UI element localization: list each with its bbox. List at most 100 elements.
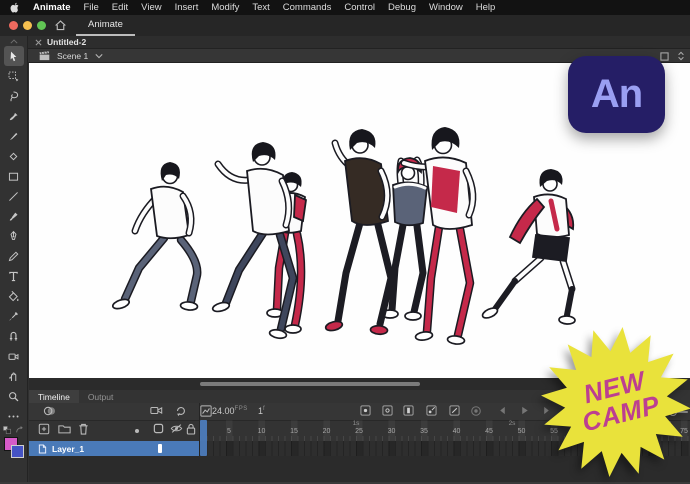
chevron-down-icon[interactable]	[95, 53, 103, 59]
seconds-mark: 1s	[353, 420, 360, 427]
ruler-frame-number: 20	[323, 428, 331, 435]
document-tab-bar: Untitled-2	[28, 36, 690, 49]
ruler-frame-number: 10	[258, 428, 266, 435]
eraser-tool[interactable]	[4, 146, 24, 166]
tool-palette	[0, 36, 28, 482]
tab-animate-label: Animate	[88, 19, 123, 30]
document-tab[interactable]: Untitled-2	[47, 37, 86, 47]
tab-animate[interactable]: Animate	[76, 15, 135, 36]
ruler-frame-number: 40	[453, 428, 461, 435]
outline-column-icon[interactable]	[153, 423, 164, 434]
collapse-panel-icon[interactable]	[10, 39, 18, 45]
screen: Animate File Edit View Insert Modify Tex…	[0, 0, 690, 482]
lasso-tool[interactable]	[4, 86, 24, 106]
fluid-brush-tool[interactable]	[4, 106, 24, 126]
menu-help[interactable]: Help	[476, 2, 496, 13]
current-frame-control[interactable]: 1f	[258, 406, 265, 416]
dancer-1	[112, 162, 198, 311]
camera-tool[interactable]	[4, 346, 24, 366]
ruler-frame-number: 45	[485, 428, 493, 435]
more-tools-button[interactable]	[4, 406, 24, 426]
ruler-frame-number: 15	[290, 428, 298, 435]
scene-breadcrumb[interactable]: Scene 1	[57, 51, 88, 61]
classic-brush-tool[interactable]	[4, 126, 24, 146]
step-back-icon[interactable]	[497, 405, 508, 416]
delete-layer-icon[interactable]	[78, 423, 89, 435]
insert-frame-icon[interactable]	[403, 405, 414, 416]
hide-layers-eye-icon[interactable]	[170, 423, 183, 434]
frame-graph-icon[interactable]	[200, 405, 212, 417]
apple-icon[interactable]	[10, 2, 20, 13]
dancer-7	[481, 169, 575, 324]
tab-timeline[interactable]: Timeline	[29, 390, 79, 403]
menu-commands[interactable]: Commands	[283, 2, 332, 13]
menu-view[interactable]: View	[141, 2, 161, 13]
animate-logo-text: An	[591, 72, 642, 117]
menu-modify[interactable]: Modify	[211, 2, 239, 13]
layer-name-label: Layer_1	[52, 444, 84, 454]
auto-keyframe-icon[interactable]	[426, 405, 437, 416]
stroke-color-swatch[interactable]	[11, 445, 24, 458]
tab-output[interactable]: Output	[79, 390, 123, 403]
zoom-button[interactable]	[37, 21, 46, 30]
zoom-tool[interactable]	[4, 386, 24, 406]
ruler-frame-number: 35	[420, 428, 428, 435]
layer-outline-swatch[interactable]	[158, 444, 162, 453]
menu-text[interactable]: Text	[252, 2, 269, 13]
new-layer-icon[interactable]	[38, 423, 50, 435]
highlight-dot-icon[interactable]	[134, 428, 140, 434]
selection-tool[interactable]	[4, 46, 24, 66]
rectangle-tool[interactable]	[4, 166, 24, 186]
home-icon[interactable]	[54, 19, 67, 32]
play-icon[interactable]	[519, 405, 530, 416]
paint-bucket-tool[interactable]	[4, 286, 24, 306]
ruler-frame-number: 5	[227, 428, 231, 435]
window-tab-bar: Animate	[0, 15, 690, 37]
line-tool[interactable]	[4, 186, 24, 206]
camera-toggle-icon[interactable]	[150, 405, 163, 416]
eyedropper-tool[interactable]	[4, 306, 24, 326]
close-icon[interactable]	[35, 39, 42, 46]
insert-keyframe-icon[interactable]	[360, 405, 371, 416]
swap-colors-icon[interactable]	[15, 426, 24, 434]
menu-edit[interactable]: Edit	[112, 2, 128, 13]
edit-scene-icon[interactable]	[39, 51, 50, 61]
text-tool[interactable]	[4, 266, 24, 286]
new-camp-starburst: NEW CAMP	[534, 320, 690, 484]
menu-window[interactable]: Window	[429, 2, 463, 13]
pen-tool[interactable]	[4, 226, 24, 246]
layer-name-cell[interactable]: Layer_1	[29, 441, 200, 456]
macos-menu-bar: Animate File Edit View Insert Modify Tex…	[0, 0, 690, 15]
delete-frame-icon[interactable]	[449, 405, 460, 416]
menu-file[interactable]: File	[83, 2, 98, 13]
paint-brush-tool[interactable]	[4, 206, 24, 226]
dancer-4	[325, 129, 391, 335]
stage-scrollbar-thumb[interactable]	[200, 382, 420, 386]
zoom-stepper-icon[interactable]	[677, 51, 685, 61]
fps-control[interactable]: 24.00FPS	[212, 406, 248, 416]
default-colors-icon[interactable]	[3, 426, 11, 434]
close-button[interactable]	[9, 21, 18, 30]
menu-control[interactable]: Control	[344, 2, 375, 13]
center-stage-icon[interactable]	[660, 52, 669, 61]
onion-skin-icon[interactable]	[43, 405, 56, 417]
lock-layers-icon[interactable]	[186, 423, 196, 435]
menu-insert[interactable]: Insert	[175, 2, 199, 13]
tab-output-label: Output	[88, 392, 114, 402]
ruler-frame-number: 30	[388, 428, 396, 435]
onion-skin-range-icon[interactable]	[470, 405, 482, 417]
tab-timeline-label: Timeline	[38, 392, 70, 402]
pencil-tool[interactable]	[4, 246, 24, 266]
playhead[interactable]	[200, 420, 207, 456]
free-transform-tool[interactable]	[4, 66, 24, 86]
animate-logo-badge: An	[568, 56, 665, 133]
minimize-button[interactable]	[23, 21, 32, 30]
insert-blank-keyframe-icon[interactable]	[382, 405, 393, 416]
seconds-mark: 2s	[509, 420, 516, 427]
menu-debug[interactable]: Debug	[388, 2, 416, 13]
new-folder-icon[interactable]	[58, 423, 71, 434]
asset-warp-tool[interactable]	[4, 326, 24, 346]
hand-tool[interactable]	[4, 366, 24, 386]
menu-animate[interactable]: Animate	[33, 2, 70, 13]
loop-icon[interactable]	[175, 405, 187, 417]
